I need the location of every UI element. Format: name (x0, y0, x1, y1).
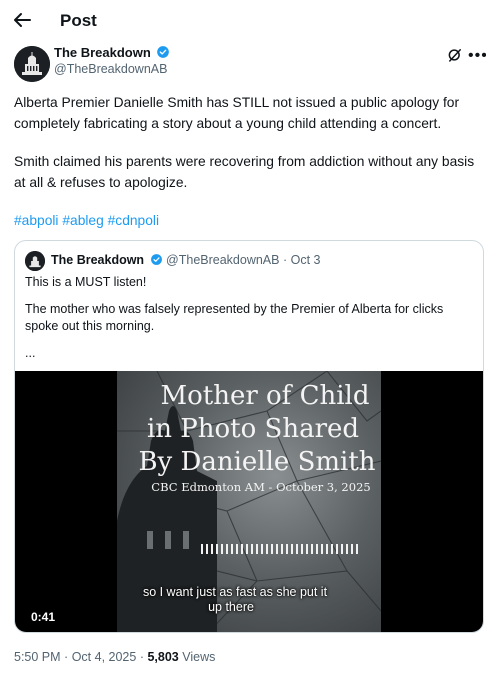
top-bar: Post (0, 0, 486, 42)
quoted-post-header: The Breakdown @TheBreakdownAB · Oct 3 (51, 253, 321, 267)
more-options-icon[interactable]: ••• (468, 47, 486, 65)
grok-icon[interactable] (446, 46, 464, 64)
page-title: Post (60, 11, 97, 30)
post-meta: 5:50 PM · Oct 4, 2025 · 5,803 Views (14, 650, 215, 664)
author-handle[interactable]: @TheBreakdownAB (54, 62, 167, 76)
quoted-author-avatar (25, 251, 45, 271)
video-subtitle: up there (208, 600, 254, 614)
hashtag-link[interactable]: #ableg (62, 213, 103, 228)
quoted-post[interactable]: The Breakdown @TheBreakdownAB · Oct 3 Th… (14, 240, 484, 633)
quoted-post-date: Oct 3 (290, 253, 321, 267)
meta-separator: · (282, 253, 288, 267)
hashtag-link[interactable]: #abpoli (14, 213, 59, 228)
audio-waveform-icon (201, 544, 358, 554)
views-label: Views (182, 650, 216, 664)
hashtag-list: #abpoli #ableg #cdnpoli (14, 210, 480, 231)
legislature-logo-icon (25, 251, 45, 271)
post-body: Alberta Premier Danielle Smith has STILL… (14, 92, 480, 248)
video-title-line: By Danielle Smith (138, 447, 376, 477)
quoted-author-handle: @TheBreakdownAB (166, 253, 280, 267)
author-avatar[interactable] (14, 46, 50, 82)
views-count: 5,803 (147, 650, 179, 664)
back-arrow-icon[interactable] (10, 8, 34, 32)
video-player[interactable]: Mother of Child in Photo Shared By Danie… (15, 371, 483, 632)
video-subtitle: so I want just as fast as she put it (142, 585, 328, 599)
quoted-line: ... (25, 346, 36, 360)
legislature-logo-icon (14, 46, 50, 82)
video-duration: 0:41 (31, 610, 56, 624)
post-paragraph: Alberta Premier Danielle Smith has STILL… (14, 95, 460, 131)
quoted-author-name: The Breakdown (51, 253, 145, 267)
hashtag-link[interactable]: #cdnpoli (108, 213, 159, 228)
video-source-caption: CBC Edmonton AM - October 3, 2025 (151, 480, 371, 494)
quoted-post-body: This is a MUST listen! The mother who wa… (25, 274, 475, 372)
quoted-line: This is a MUST listen! (25, 275, 147, 289)
video-title-line: Mother of Child (160, 381, 370, 411)
verified-badge-icon (157, 46, 170, 58)
quoted-line: The mother who was falsely represented b… (25, 302, 444, 333)
post-paragraph: Smith claimed his parents were recoverin… (14, 154, 475, 190)
video-frame: Mother of Child in Photo Shared By Danie… (117, 371, 381, 632)
post-time[interactable]: 5:50 PM (14, 650, 61, 664)
meta-separator: · (64, 650, 69, 664)
post-date[interactable]: Oct 4, 2025 (72, 650, 137, 664)
author-name[interactable]: The Breakdown (54, 45, 170, 60)
video-title-line: in Photo Shared (146, 414, 360, 444)
meta-separator: · (139, 650, 144, 664)
verified-badge-icon (150, 254, 162, 265)
